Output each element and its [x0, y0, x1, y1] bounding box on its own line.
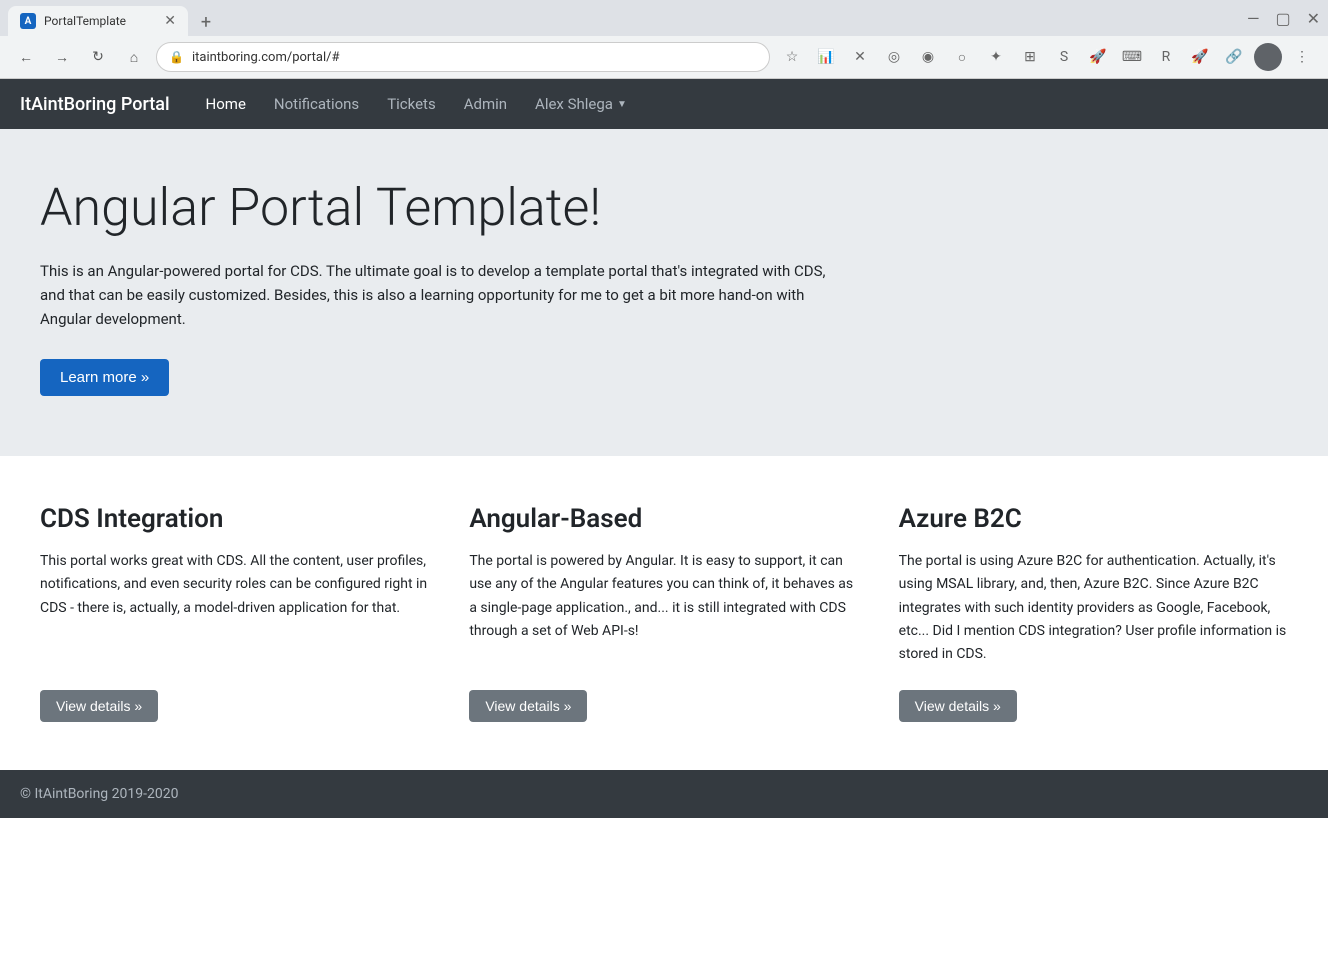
feature-title-cds: CDS Integration	[40, 504, 429, 534]
menu-button[interactable]: ⋮	[1288, 43, 1316, 71]
nav-link-notifications[interactable]: Notifications	[262, 87, 371, 121]
nav-link-home[interactable]: Home	[194, 87, 258, 121]
extension-icon-13[interactable]: 🔗	[1220, 43, 1248, 71]
tab-title: PortalTemplate	[44, 14, 156, 28]
footer-copyright: © ItAintBoring 2019-2020	[20, 786, 178, 802]
browser-tabs: A PortalTemplate ✕ +	[8, 0, 220, 36]
tab-close-button[interactable]: ✕	[164, 13, 176, 29]
url-text: itaintboring.com/portal/#	[192, 50, 340, 65]
app-navbar: ItAintBoring Portal Home Notifications T…	[0, 79, 1328, 129]
feature-title-azure: Azure B2C	[899, 504, 1288, 534]
extension-icon-12[interactable]: 🚀	[1186, 43, 1214, 71]
browser-tab-active[interactable]: A PortalTemplate ✕	[8, 6, 188, 36]
hero-section: Angular Portal Template! This is an Angu…	[0, 129, 1328, 456]
new-tab-button[interactable]: +	[192, 8, 220, 36]
app-footer: © ItAintBoring 2019-2020	[0, 770, 1328, 818]
extension-icon-11[interactable]: R	[1152, 43, 1180, 71]
browser-titlebar: A PortalTemplate ✕ + — ▢ ✕	[0, 0, 1328, 36]
feature-title-angular: Angular-Based	[469, 504, 858, 534]
maximize-button[interactable]: ▢	[1275, 9, 1290, 28]
extension-icon-8[interactable]: S	[1050, 43, 1078, 71]
app-brand: ItAintBoring Portal	[20, 94, 170, 115]
extension-icon-10[interactable]: ⌨	[1118, 43, 1146, 71]
nav-link-user[interactable]: Alex Shlega ▼	[523, 87, 639, 121]
hero-title: Angular Portal Template!	[40, 177, 1288, 239]
home-button[interactable]: ⌂	[120, 43, 148, 71]
extension-icon-4[interactable]: ◉	[914, 43, 942, 71]
extension-icon-9[interactable]: 🚀	[1084, 43, 1112, 71]
toolbar-actions: ☆ 📊 ✕ ◎ ◉ ○ ✦ ⊞ S 🚀 ⌨ R 🚀 🔗 ⋮	[778, 43, 1316, 71]
extension-icon-7[interactable]: ⊞	[1016, 43, 1044, 71]
feature-desc-cds: This portal works great with CDS. All th…	[40, 550, 429, 665]
extension-icon-1[interactable]: 📊	[812, 43, 840, 71]
bookmark-icon[interactable]: ☆	[778, 43, 806, 71]
nav-link-tickets[interactable]: Tickets	[375, 87, 448, 121]
dropdown-caret-icon: ▼	[617, 99, 627, 110]
tab-favicon: A	[20, 13, 36, 29]
profile-avatar[interactable]	[1254, 43, 1282, 71]
view-details-cds-button[interactable]: View details »	[40, 690, 158, 722]
extension-icon-6[interactable]: ✦	[982, 43, 1010, 71]
app-nav-links: Home Notifications Tickets Admin Alex Sh…	[194, 87, 639, 121]
forward-button[interactable]: →	[48, 43, 76, 71]
back-button[interactable]: ←	[12, 43, 40, 71]
close-window-button[interactable]: ✕	[1307, 9, 1320, 28]
extension-icon-3[interactable]: ◎	[880, 43, 908, 71]
lock-icon: 🔒	[169, 50, 184, 64]
browser-toolbar: ← → ↻ ⌂ 🔒 itaintboring.com/portal/# ☆ 📊 …	[0, 36, 1328, 78]
view-details-azure-button[interactable]: View details »	[899, 690, 1017, 722]
refresh-button[interactable]: ↻	[84, 43, 112, 71]
address-bar[interactable]: 🔒 itaintboring.com/portal/#	[156, 42, 770, 72]
feature-card-angular: Angular-Based The portal is powered by A…	[469, 504, 858, 721]
view-details-angular-button[interactable]: View details »	[469, 690, 587, 722]
feature-desc-angular: The portal is powered by Angular. It is …	[469, 550, 858, 665]
feature-desc-azure: The portal is using Azure B2C for authen…	[899, 550, 1288, 665]
browser-chrome: A PortalTemplate ✕ + — ▢ ✕ ← → ↻ ⌂ 🔒 ita…	[0, 0, 1328, 79]
feature-card-cds: CDS Integration This portal works great …	[40, 504, 429, 721]
extension-icon-2[interactable]: ✕	[846, 43, 874, 71]
learn-more-button[interactable]: Learn more »	[40, 359, 169, 396]
nav-link-admin[interactable]: Admin	[452, 87, 519, 121]
window-controls: — ▢ ✕	[1247, 9, 1320, 28]
minimize-button[interactable]: —	[1247, 9, 1260, 28]
features-section: CDS Integration This portal works great …	[0, 456, 1328, 769]
hero-description: This is an Angular-powered portal for CD…	[40, 259, 840, 331]
feature-card-azure: Azure B2C The portal is using Azure B2C …	[899, 504, 1288, 721]
extension-icon-5[interactable]: ○	[948, 43, 976, 71]
